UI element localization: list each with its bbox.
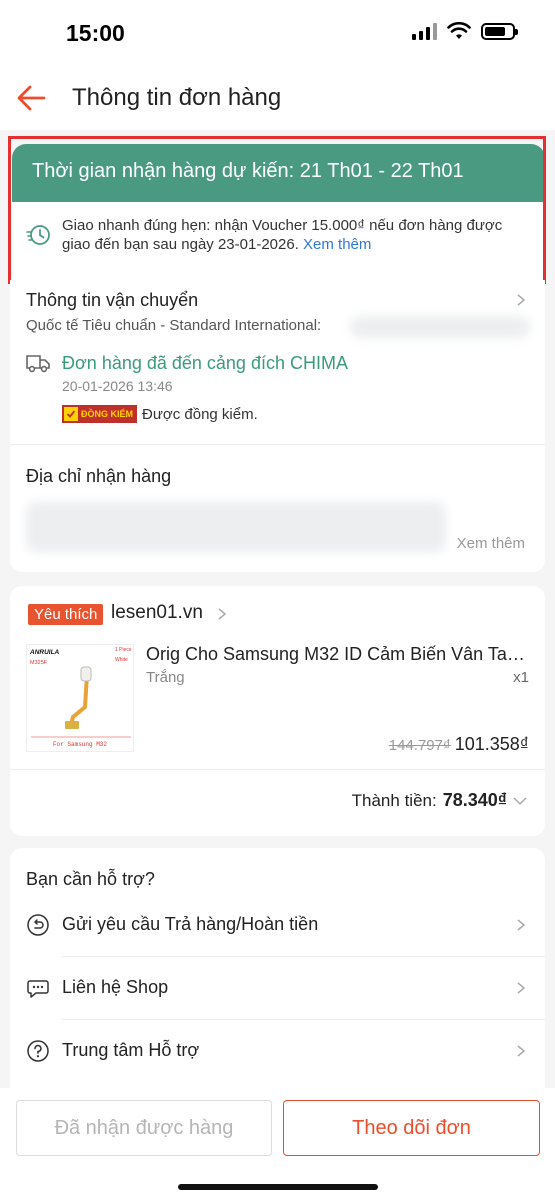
support-title: Bạn cần hỗ trợ?: [26, 869, 155, 889]
support-item-label: Gửi yêu cầu Trả hàng/Hoàn tiền: [62, 914, 319, 934]
truck-icon: [26, 355, 50, 373]
current-price: 101.358₫: [454, 734, 529, 754]
section-divider: [10, 769, 545, 770]
product-thumb-color: White: [115, 657, 128, 663]
shipping-service: Quốc tế Tiêu chuẩn - Standard Internatio…: [26, 317, 322, 334]
chevron-down-icon: [513, 796, 527, 805]
inspection-badge-label: ĐỒNG KIỂM: [81, 409, 134, 419]
chevron-right-icon: [515, 1045, 527, 1057]
inspection-text: Được đồng kiểm.: [142, 405, 258, 423]
tracking-number-redacted: [350, 316, 530, 338]
return-icon: [27, 914, 49, 936]
favorite-shop-badge: Yêu thích: [28, 604, 104, 625]
shipping-status-time: 20-01-2026 13:46: [62, 378, 173, 394]
product-name[interactable]: Orig Cho Samsung M32 ID Cảm Biến Vân Tay…: [146, 644, 530, 665]
help-icon: [27, 1040, 49, 1062]
back-button[interactable]: [14, 80, 50, 116]
track-order-button[interactable]: Theo dõi đơn: [283, 1100, 540, 1156]
address-see-more[interactable]: Xem thêm: [457, 535, 525, 552]
status-bar: 15:00: [0, 0, 555, 64]
battery-icon: [481, 22, 518, 40]
battery-level: [485, 26, 505, 36]
shipping-chevron-right-icon[interactable]: [515, 294, 527, 306]
chevron-right-icon: [515, 982, 527, 994]
back-arrow-icon: [17, 85, 46, 111]
price-row: 144.797₫ 101.358₫: [389, 734, 529, 755]
product-thumb-model: M325F: [30, 660, 48, 666]
shipping-info-title[interactable]: Thông tin vận chuyển: [26, 290, 198, 311]
chevron-right-icon: [515, 919, 527, 931]
product-image: ANRUILA M325F 1 Piece White For Samsung …: [27, 645, 133, 751]
page-title: Thông tin đơn hàng: [72, 84, 282, 111]
shipping-status: Đơn hàng đã đến cảng đích CHIMA: [62, 353, 348, 373]
product-thumb-caption: For Samsung M32: [53, 741, 107, 748]
product-thumb-piece: 1 Piece: [115, 647, 132, 653]
section-divider: [10, 444, 545, 445]
shop-name[interactable]: lesen01.vn: [111, 602, 203, 624]
support-item-label: Liên hệ Shop: [62, 977, 169, 997]
item-divider: [62, 1019, 545, 1020]
support-card: Bạn cần hỗ trợ? Gửi yêu cầu Trả hàng/Hoà…: [10, 848, 545, 1088]
product-quantity: x1: [513, 669, 529, 686]
support-item-return-refund[interactable]: Gửi yêu cầu Trả hàng/Hoàn tiền: [10, 895, 545, 955]
support-item-help-center[interactable]: Trung tâm Hỗ trợ: [10, 1021, 545, 1081]
status-time: 15:00: [66, 20, 125, 46]
product-thumb-brand: ANRUILA: [29, 649, 60, 656]
item-divider: [62, 956, 545, 957]
home-indicator: [178, 1184, 378, 1190]
address-redacted: [26, 502, 446, 552]
order-total[interactable]: Thành tiền: 78.340₫: [352, 790, 527, 811]
original-price: 144.797₫: [388, 737, 451, 754]
chat-icon: [27, 980, 49, 998]
support-item-label: Trung tâm Hỗ trợ: [62, 1040, 200, 1060]
product-variant: Trắng: [146, 669, 185, 686]
bottom-action-bar: Đã nhận được hàng Theo dõi đơn: [0, 1088, 555, 1200]
shipping-address-card: Thông tin vận chuyển Quốc tế Tiêu chuẩn …: [10, 280, 545, 572]
inspection-row: ĐỒNG KIỂM Được đồng kiểm.: [62, 405, 258, 423]
nav-bar: Thông tin đơn hàng: [0, 64, 555, 130]
wifi-icon: [447, 22, 471, 39]
total-value: 78.340₫: [442, 790, 507, 810]
order-received-button[interactable]: Đã nhận được hàng: [16, 1100, 272, 1156]
product-card: Yêu thích lesen01.vn ANRUILA M325F 1 Pie…: [10, 586, 545, 836]
cellular-signal-icon: [412, 22, 437, 40]
address-title: Địa chỉ nhận hàng: [26, 466, 172, 486]
product-thumbnail[interactable]: ANRUILA M325F 1 Piece White For Samsung …: [26, 644, 134, 752]
delivery-highlight-frame: [8, 136, 546, 284]
status-icons: [412, 22, 518, 40]
total-label: Thành tiền:: [351, 790, 437, 810]
inspection-badge: ĐỒNG KIỂM: [62, 405, 138, 423]
checkmark-icon: [64, 407, 78, 421]
support-item-contact-shop[interactable]: Liên hệ Shop: [10, 958, 545, 1018]
shop-chevron-right-icon[interactable]: [216, 608, 228, 620]
